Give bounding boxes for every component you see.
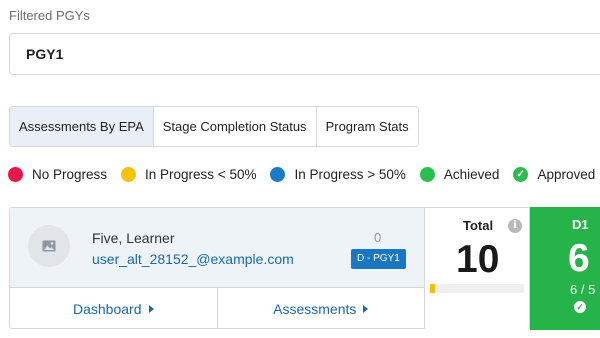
legend-item-achieved: Achieved [419,167,500,182]
blue-dot-icon [270,167,286,182]
yellow-dot-icon [121,167,137,182]
stage-d1-box[interactable]: D1 6 6 / 5 ✓ [530,207,600,330]
total-progress-bar [430,284,524,293]
learner-info: Five, Learner user_alt_28152_@example.co… [10,208,425,288]
stage-value: 6 [568,237,590,280]
total-label: Total [463,218,494,233]
learner-links: Dashboard Assessments [10,288,425,329]
tab-program-stats[interactable]: Program Stats [316,107,418,146]
tab-stage-completion-status[interactable]: Stage Completion Status [153,107,317,146]
image-placeholder-icon [42,240,56,252]
green-dot-icon [419,167,435,182]
caret-right-icon [148,304,154,313]
total-progress-fill [430,284,435,293]
filter-label: Filtered PGYs [9,8,90,23]
info-icon[interactable]: i [508,219,522,233]
legend-item-in-progress-high: In Progress > 50% [270,167,406,182]
dashboard-link-label: Dashboard [73,300,142,317]
legend-item-in-progress-low: In Progress < 50% [121,167,256,182]
legend-item-approved: ✓ Approved [513,167,595,182]
assessments-link[interactable]: Assessments [218,288,425,329]
avatar [28,225,70,267]
pgy-filter-value: PGY1 [26,46,64,62]
check-circle-icon: ✓ [574,301,586,313]
dashboard-link[interactable]: Dashboard [10,288,218,329]
caret-right-icon [363,304,369,313]
assessment-count: 0 [374,230,382,245]
legend-label: In Progress < 50% [145,167,257,182]
learner-card: Five, Learner user_alt_28152_@example.co… [9,207,600,330]
view-tabs: Assessments By EPA Stage Completion Stat… [9,106,419,147]
red-dot-icon [8,167,23,182]
total-value: 10 [456,238,500,281]
legend-label: No Progress [32,167,108,182]
progress-legend: No Progress In Progress < 50% In Progres… [8,167,600,182]
stage-badge: D - PGY1 [351,249,406,269]
legend-item-no-progress: No Progress [8,167,107,182]
check-circle-icon: ✓ [513,167,529,182]
legend-label: In Progress > 50% [294,167,406,182]
pgy-filter-select[interactable]: PGY1 [9,33,600,75]
assessments-link-label: Assessments [273,300,357,317]
legend-label: Achieved [443,167,500,182]
stage-code: D1 [572,217,589,232]
legend-label: Approved [537,167,596,182]
learner-email-link[interactable]: user_alt_28152_@example.com [92,251,294,267]
total-panel: Total i 10 [425,208,530,329]
stage-ratio: 6 / 5 [570,282,596,297]
learner-name: Five, Learner [92,230,175,246]
tab-assessments-by-epa[interactable]: Assessments By EPA [10,107,154,146]
